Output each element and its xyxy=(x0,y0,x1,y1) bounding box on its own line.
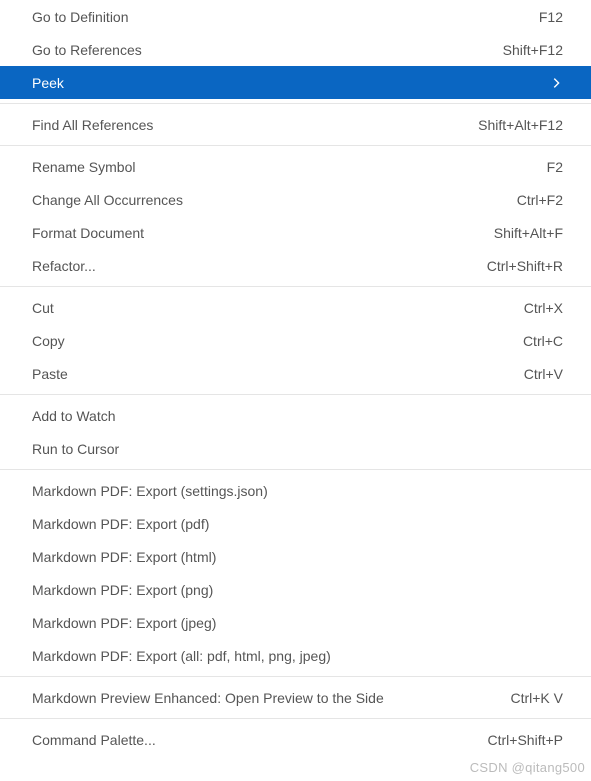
menu-item[interactable]: Markdown PDF: Export (jpeg) xyxy=(0,606,591,639)
menu-item[interactable]: Refactor... Ctrl+Shift+R xyxy=(0,249,591,282)
menu-item[interactable]: Paste Ctrl+V xyxy=(0,357,591,390)
menu-separator xyxy=(0,394,591,395)
menu-item-shortcut: Ctrl+Shift+P xyxy=(488,732,563,748)
menu-item-label: Markdown Preview Enhanced: Open Preview … xyxy=(32,690,490,706)
menu-separator xyxy=(0,286,591,287)
menu-separator xyxy=(0,145,591,146)
context-menu: Go to Definition F12 Go to References Shift… xyxy=(0,0,591,756)
menu-item-label: Rename Symbol xyxy=(32,159,527,175)
menu-item[interactable]: Change All Occurrences Ctrl+F2 xyxy=(0,183,591,216)
menu-item-label: Markdown PDF: Export (html) xyxy=(32,549,563,565)
menu-item[interactable]: Cut Ctrl+X xyxy=(0,291,591,324)
menu-item[interactable]: Markdown PDF: Export (pdf) xyxy=(0,507,591,540)
menu-item[interactable]: Add to Watch xyxy=(0,399,591,432)
menu-item-label: Go to References xyxy=(32,42,483,58)
menu-separator xyxy=(0,718,591,719)
menu-item-label: Refactor... xyxy=(32,258,467,274)
menu-separator xyxy=(0,103,591,104)
menu-item[interactable]: Command Palette... Ctrl+Shift+P xyxy=(0,723,591,756)
menu-item-label: Change All Occurrences xyxy=(32,192,497,208)
menu-item-label: Peek xyxy=(32,75,541,91)
menu-item-shortcut: Ctrl+C xyxy=(523,333,563,349)
menu-item[interactable]: Format Document Shift+Alt+F xyxy=(0,216,591,249)
menu-item-label: Find All References xyxy=(32,117,458,133)
menu-item-shortcut: Ctrl+V xyxy=(524,366,563,382)
menu-item-shortcut: Shift+Alt+F12 xyxy=(478,117,563,133)
menu-item-label: Command Palette... xyxy=(32,732,468,748)
menu-item-label: Format Document xyxy=(32,225,474,241)
menu-item-shortcut: Ctrl+Shift+R xyxy=(487,258,563,274)
menu-item[interactable]: Markdown PDF: Export (html) xyxy=(0,540,591,573)
chevron-right-icon xyxy=(549,76,563,90)
menu-item-shortcut: F2 xyxy=(547,159,563,175)
menu-item-label: Paste xyxy=(32,366,504,382)
menu-item-label: Markdown PDF: Export (jpeg) xyxy=(32,615,563,631)
menu-item-label: Cut xyxy=(32,300,504,316)
menu-item-label: Run to Cursor xyxy=(32,441,563,457)
menu-item-label: Copy xyxy=(32,333,503,349)
menu-item-label: Markdown PDF: Export (pdf) xyxy=(32,516,563,532)
menu-item-shortcut: Ctrl+F2 xyxy=(517,192,563,208)
menu-item[interactable]: Find All References Shift+Alt+F12 xyxy=(0,108,591,141)
menu-item[interactable]: Rename Symbol F2 xyxy=(0,150,591,183)
menu-item[interactable]: Markdown PDF: Export (settings.json) xyxy=(0,474,591,507)
menu-item-label: Markdown PDF: Export (png) xyxy=(32,582,563,598)
menu-item[interactable]: Go to Definition F12 xyxy=(0,0,591,33)
menu-item-shortcut: Ctrl+K V xyxy=(510,690,563,706)
menu-item-label: Markdown PDF: Export (all: pdf, html, pn… xyxy=(32,648,563,664)
menu-item-shortcut: F12 xyxy=(539,9,563,25)
menu-item-label: Markdown PDF: Export (settings.json) xyxy=(32,483,563,499)
menu-separator xyxy=(0,469,591,470)
menu-item-shortcut: Shift+F12 xyxy=(503,42,563,58)
menu-item-shortcut: Ctrl+X xyxy=(524,300,563,316)
menu-item-label: Go to Definition xyxy=(32,9,519,25)
menu-item[interactable]: Peek xyxy=(0,66,591,99)
menu-item[interactable]: Markdown PDF: Export (png) xyxy=(0,573,591,606)
menu-separator xyxy=(0,676,591,677)
menu-item-label: Add to Watch xyxy=(32,408,563,424)
menu-item[interactable]: Run to Cursor xyxy=(0,432,591,465)
menu-item[interactable]: Copy Ctrl+C xyxy=(0,324,591,357)
menu-item-shortcut: Shift+Alt+F xyxy=(494,225,563,241)
watermark: CSDN @qitang500 xyxy=(470,760,585,775)
menu-item[interactable]: Go to References Shift+F12 xyxy=(0,33,591,66)
menu-item[interactable]: Markdown PDF: Export (all: pdf, html, pn… xyxy=(0,639,591,672)
menu-item[interactable]: Markdown Preview Enhanced: Open Preview … xyxy=(0,681,591,714)
